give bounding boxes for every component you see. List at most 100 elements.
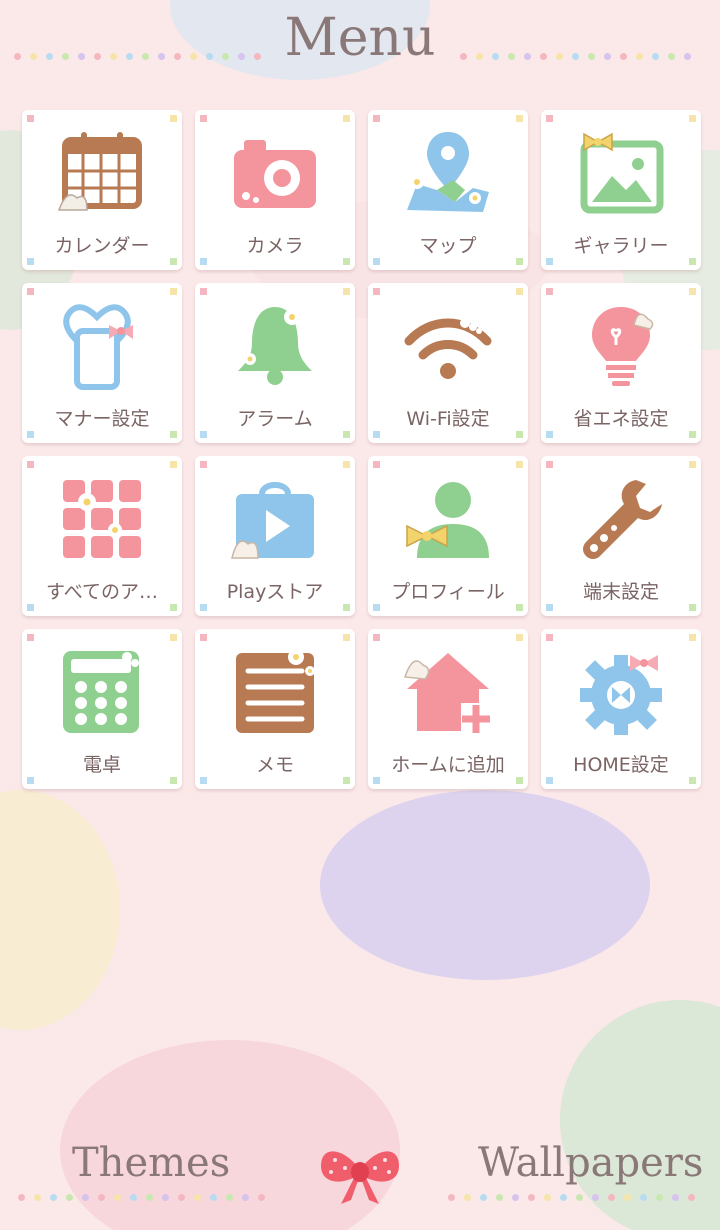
calculator-icon [63, 651, 139, 733]
app-tile-profile[interactable]: プロフィール [368, 456, 528, 616]
dot [656, 1194, 663, 1201]
gallery-icon [580, 132, 664, 214]
dot [588, 53, 595, 60]
app-tile-camera[interactable]: カメラ [195, 110, 355, 270]
home-settings-gear-icon [580, 655, 662, 735]
app-label: Wi-Fi設定 [406, 408, 490, 430]
app-label: カレンダー [54, 235, 150, 257]
dot [480, 1194, 487, 1201]
dot-divider-right [460, 53, 691, 61]
camera-icon [234, 140, 316, 208]
dot [604, 53, 611, 60]
app-grid: カレンダー カメラ マップ ギャラリー マナー設定 アラーム Wi-Fi設定 省… [22, 110, 702, 789]
wallpapers-link[interactable]: Wallpapers [478, 1140, 703, 1186]
app-tile-calculator[interactable]: 電卓 [22, 629, 182, 789]
app-tile-memo[interactable]: メモ [195, 629, 355, 789]
energy-saving-bulb-icon [592, 307, 654, 386]
dot [66, 1194, 73, 1201]
app-tile-play-store[interactable]: Playストア [195, 456, 355, 616]
app-tile-wifi[interactable]: Wi-Fi設定 [368, 283, 528, 443]
app-label: すべてのア… [46, 581, 158, 603]
app-label: 省エネ設定 [573, 408, 669, 430]
app-tile-all-apps[interactable]: すべてのア… [22, 456, 182, 616]
device-settings-wrench-icon [583, 480, 662, 559]
header: Menu [0, 0, 720, 80]
app-label: 端末設定 [582, 581, 659, 603]
app-label: プロフィール [391, 581, 505, 603]
dot [592, 1194, 599, 1201]
dot [508, 53, 515, 60]
dot [640, 1194, 647, 1201]
app-tile-map[interactable]: マップ [368, 110, 528, 270]
dot [576, 1194, 583, 1201]
calendar-icon [57, 132, 142, 211]
dot [98, 1194, 105, 1201]
dot [688, 1194, 695, 1201]
app-label: カメラ [246, 235, 304, 257]
dot [560, 1194, 567, 1201]
dot [572, 53, 579, 60]
play-store-icon [231, 482, 314, 559]
all-apps-icon [63, 480, 141, 558]
app-label: マナー設定 [54, 408, 150, 430]
dot [624, 1194, 631, 1201]
dot [258, 1194, 265, 1201]
dot [512, 1194, 519, 1201]
dot [492, 53, 499, 60]
memo-icon [236, 649, 315, 733]
app-label: マップ [419, 235, 477, 257]
dot [684, 53, 691, 60]
app-tile-device-settings[interactable]: 端末設定 [541, 456, 701, 616]
dot [162, 1194, 169, 1201]
app-label: HOME設定 [573, 754, 669, 776]
map-icon [407, 132, 489, 212]
app-tile-calendar[interactable]: カレンダー [22, 110, 182, 270]
app-label: 電卓 [82, 754, 121, 776]
dot [668, 53, 675, 60]
dot-divider-bottom-left [18, 1194, 265, 1202]
dot [460, 53, 467, 60]
dot [448, 1194, 455, 1201]
manner-mode-icon [63, 304, 133, 390]
dot [544, 1194, 551, 1201]
dot [528, 1194, 535, 1201]
app-tile-home-settings[interactable]: HOME設定 [541, 629, 701, 789]
app-tile-add-to-home[interactable]: ホームに追加 [368, 629, 528, 789]
themes-link[interactable]: Themes [72, 1140, 230, 1186]
app-label: ホームに追加 [391, 754, 505, 776]
dot [18, 1194, 25, 1201]
dot [620, 53, 627, 60]
dot [130, 1194, 137, 1201]
dot-divider-bottom-right [448, 1194, 695, 1202]
profile-icon [406, 482, 489, 558]
dot [540, 53, 547, 60]
dot [672, 1194, 679, 1201]
bow-icon [321, 1151, 399, 1204]
dot [464, 1194, 471, 1201]
dot [496, 1194, 503, 1201]
dot [178, 1194, 185, 1201]
app-tile-energy-saving[interactable]: 省エネ設定 [541, 283, 701, 443]
wifi-icon [404, 318, 492, 379]
app-tile-manner-mode[interactable]: マナー設定 [22, 283, 182, 443]
dot [82, 1194, 89, 1201]
app-label: Playストア [226, 581, 324, 603]
dot [34, 1194, 41, 1201]
dot [476, 53, 483, 60]
dot [146, 1194, 153, 1201]
dot [636, 53, 643, 60]
add-to-home-icon [403, 653, 491, 733]
app-label: ギャラリー [573, 235, 669, 257]
app-label: メモ [255, 754, 294, 776]
dot [210, 1194, 217, 1201]
dot [652, 53, 659, 60]
dot [226, 1194, 233, 1201]
dot [114, 1194, 121, 1201]
dot [608, 1194, 615, 1201]
app-tile-gallery[interactable]: ギャラリー [541, 110, 701, 270]
dot [524, 53, 531, 60]
app-tile-alarm[interactable]: アラーム [195, 283, 355, 443]
dot [556, 53, 563, 60]
dot [194, 1194, 201, 1201]
dot [50, 1194, 57, 1201]
